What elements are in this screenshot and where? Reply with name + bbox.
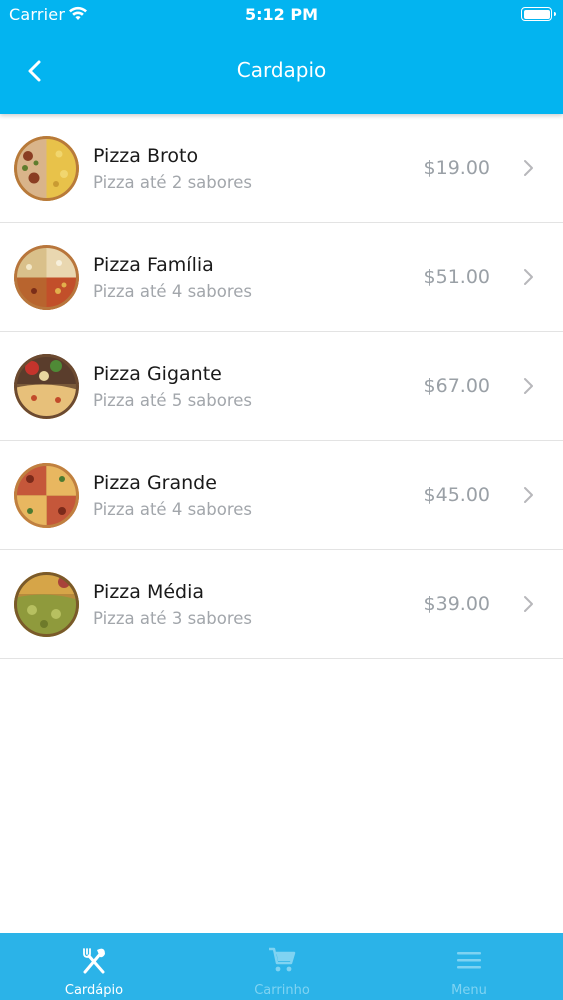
tab-label: Carrinho xyxy=(254,983,310,998)
menu-item-price: $39.00 xyxy=(423,593,490,615)
tab-label: Menu xyxy=(451,983,487,998)
menu-item-price: $51.00 xyxy=(423,266,490,288)
cart-icon xyxy=(269,947,296,972)
chevron-right-icon xyxy=(524,378,533,394)
tab-menu[interactable]: Menu xyxy=(375,933,563,1000)
chevron-right-icon xyxy=(524,269,533,285)
pizza-menu-list: Pizza Broto Pizza até 2 sabores $19.00 P… xyxy=(0,114,563,659)
pizza-media-image xyxy=(14,572,79,637)
pizza-familia-image xyxy=(14,245,79,310)
menu-item-subtitle: Pizza até 4 sabores xyxy=(93,282,253,301)
menu-item-price: $19.00 xyxy=(423,157,490,179)
menu-item-name: Pizza Grande xyxy=(93,472,217,494)
chevron-right-icon xyxy=(524,596,533,612)
menu-item-price: $45.00 xyxy=(423,484,490,506)
menu-item-price: $67.00 xyxy=(423,375,490,397)
menu-item-subtitle: Pizza até 2 sabores xyxy=(93,173,253,192)
hamburger-menu-icon xyxy=(457,952,481,969)
menu-item-row[interactable]: Pizza Gigante Pizza até 5 sabores $67.00 xyxy=(0,332,563,441)
menu-item-name: Pizza Broto xyxy=(93,145,199,167)
chevron-right-icon xyxy=(524,160,533,176)
status-time: 5:12 PM xyxy=(244,5,318,24)
pizza-gigante-image xyxy=(14,354,79,419)
chevron-right-icon xyxy=(524,487,533,503)
tab-label: Cardápio xyxy=(64,983,124,998)
pizza-broto-image xyxy=(14,136,79,201)
fork-knife-icon xyxy=(83,948,105,974)
status-bar: Carrier 5:12 PM xyxy=(0,0,563,30)
menu-item-name: Pizza Média xyxy=(93,581,205,603)
menu-item-subtitle: Pizza até 3 sabores xyxy=(93,609,253,628)
page-title: Cardapio xyxy=(236,58,327,82)
menu-item-row[interactable]: Pizza Broto Pizza até 2 sabores $19.00 xyxy=(0,114,563,223)
menu-item-row[interactable]: Pizza Média Pizza até 3 sabores $39.00 xyxy=(0,550,563,659)
menu-item-row[interactable]: Pizza Grande Pizza até 4 sabores $45.00 xyxy=(0,441,563,550)
menu-item-subtitle: Pizza até 5 sabores xyxy=(93,391,253,410)
tab-bar: Cardápio Carrinho Menu xyxy=(0,933,563,1000)
menu-item-name: Pizza Família xyxy=(93,254,214,276)
menu-item-subtitle: Pizza até 4 sabores xyxy=(93,500,253,519)
tab-carrinho[interactable]: Carrinho xyxy=(188,933,376,1000)
navigation-header: Carrier 5:12 PM Cardapio xyxy=(0,0,563,114)
menu-item-name: Pizza Gigante xyxy=(93,363,222,385)
pizza-grande-image xyxy=(14,463,79,528)
tab-cardapio[interactable]: Cardápio xyxy=(0,933,188,1000)
menu-item-row[interactable]: Pizza Família Pizza até 4 sabores $51.00 xyxy=(0,223,563,332)
battery-icon xyxy=(521,7,556,21)
